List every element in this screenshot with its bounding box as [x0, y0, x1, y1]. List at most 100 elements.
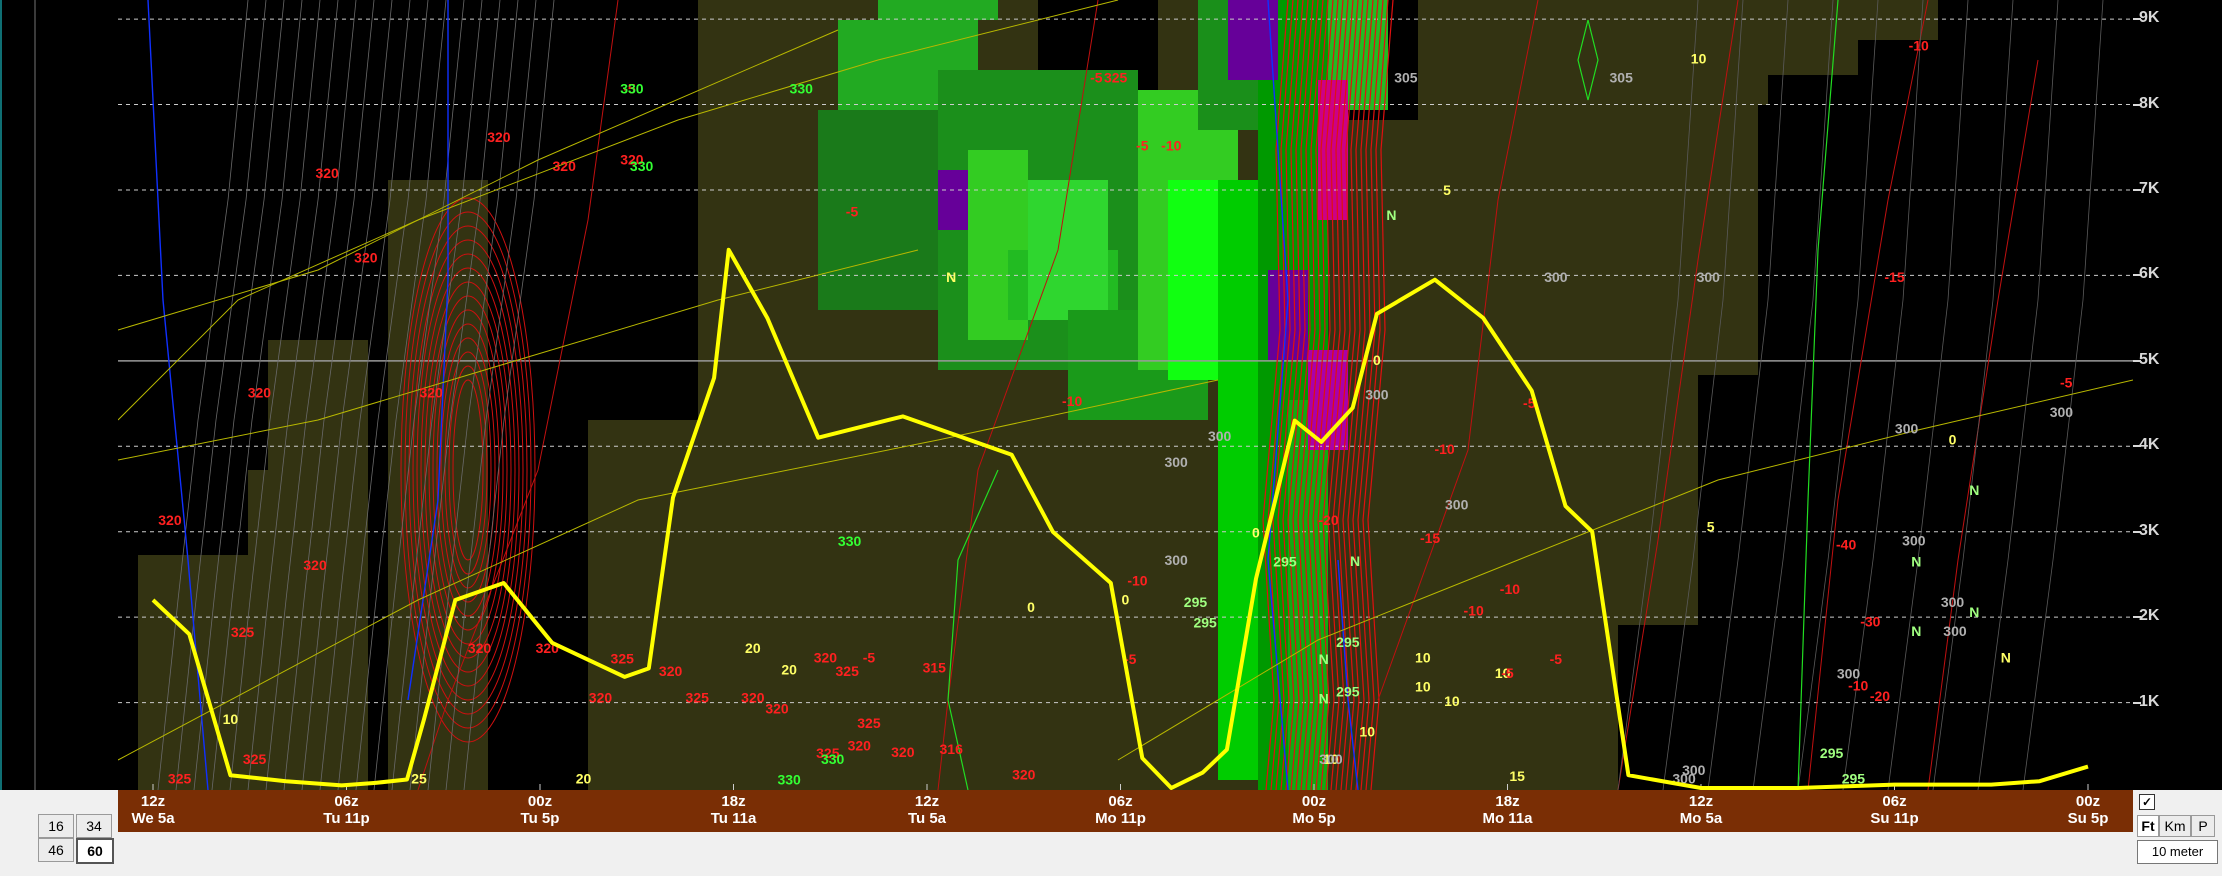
contour-label: 300	[2050, 404, 2074, 420]
contour-label: 325	[686, 690, 710, 706]
run-button-46[interactable]: 46	[38, 838, 74, 862]
sounding-time-height-app: 10 5 0 0 5 0 10 20 20 10 10 10 10 10 15 0 0 10 25 20 N N -10 -5…	[0, 0, 2222, 876]
contour-label: 320	[848, 737, 872, 753]
contour-label: 295	[1820, 745, 1844, 761]
contour-label: 300	[1895, 420, 1919, 436]
contour-label: 10	[1415, 678, 1431, 694]
contour-label: 320	[487, 129, 511, 145]
contour-label: 320	[315, 165, 339, 181]
level-selector[interactable]: 10 meter	[2137, 840, 2218, 864]
contour-red	[1807, 0, 1929, 790]
unit-p-button[interactable]: P	[2191, 815, 2215, 837]
contour-label: 330	[790, 80, 814, 96]
contour-label: 300	[1164, 454, 1188, 470]
contour-label: 300	[1902, 532, 1926, 548]
contour-label: -30	[1860, 614, 1880, 630]
contour-label: -5	[2060, 374, 2073, 390]
contour-label: 320	[419, 385, 443, 401]
contour-label: 320	[1012, 766, 1036, 782]
contour-label: 330	[838, 533, 862, 549]
contour-label: -15	[1420, 530, 1440, 546]
contour-label: 320	[553, 158, 577, 174]
contour-label: 300	[1208, 428, 1232, 444]
contour-label: 325	[243, 751, 267, 767]
y-tick-label: 7K	[2132, 179, 2160, 197]
contour-label: 320	[659, 663, 683, 679]
contour-label: N	[946, 269, 956, 285]
contour-label: N	[1386, 207, 1396, 223]
time-height-plot[interactable]: 10 5 0 0 5 0 10 20 20 10 10 10 10 10 15 0 0 10 25 20 N N -10 -5…	[118, 0, 2133, 790]
x-tick-label: 06z Tu 11p	[323, 793, 370, 827]
contour-label: -10	[1500, 581, 1520, 597]
unit-ft-button[interactable]: Ft	[2137, 815, 2159, 837]
contour-label: N	[1319, 651, 1329, 667]
contour-label: 320	[741, 690, 765, 706]
contour-label: 305	[1610, 69, 1634, 85]
contour-label: 300	[1697, 269, 1721, 285]
run-button-60[interactable]: 60	[76, 838, 114, 864]
contour-label: 325	[857, 715, 881, 731]
y-tick-label: 8K	[2132, 94, 2160, 112]
unit-km-button[interactable]: Km	[2159, 815, 2191, 837]
contour-label: -5	[1136, 138, 1149, 154]
contour-label: 0	[1373, 352, 1381, 368]
run-selector-panel: 16 34 46 60	[0, 790, 118, 876]
contour-label: 325	[231, 624, 255, 640]
run-button-34[interactable]: 34	[76, 814, 112, 838]
y-tick-label: 4K	[2132, 436, 2160, 454]
contour-label: 295	[1184, 594, 1208, 610]
contour-label: 295	[1193, 614, 1217, 630]
contour-label: N	[1350, 553, 1360, 569]
contour-label: -20	[1870, 688, 1890, 704]
run-button-16[interactable]: 16	[38, 814, 74, 838]
units-panel: ✓ Ft Km P 10 meter	[2133, 790, 2222, 876]
contour-gray	[1887, 0, 1969, 790]
y-tick-label: 3K	[2132, 521, 2160, 539]
contour-label: 330	[777, 772, 801, 788]
contour-label: 305	[1394, 69, 1418, 85]
contour-label: 295	[1273, 554, 1297, 570]
contour-label: 10	[1415, 649, 1431, 665]
contour-label: 0	[1027, 599, 1035, 615]
x-tick-label: 00z Mo 5p	[1292, 793, 1336, 827]
contour-label: 10	[1359, 724, 1375, 740]
contour-label: 300	[1445, 496, 1469, 512]
contour-label: 10	[223, 711, 239, 727]
contour-label: 330	[630, 158, 654, 174]
x-tick-label: 12z We 5a	[131, 793, 175, 827]
x-tick-label: 06z Su 11p	[1870, 793, 1919, 827]
left-edge-panel	[0, 0, 36, 790]
contour-label: 300	[1319, 751, 1343, 767]
contour-label: -5	[846, 203, 859, 219]
contour-label: -10	[1127, 573, 1147, 589]
contour-label: 20	[576, 771, 592, 787]
contour-label: -10	[1434, 441, 1454, 457]
contour-label: 20	[781, 661, 797, 677]
contour-label: N	[1969, 604, 1979, 620]
contour-label: 300	[1544, 269, 1568, 285]
contour-label: 10	[1691, 51, 1707, 67]
contour-label: 325	[836, 663, 860, 679]
contour-gray	[2022, 0, 2104, 790]
contour-label: 330	[821, 751, 845, 767]
x-tick-label: 18z Mo 11a	[1482, 793, 1533, 827]
contour-label: 300	[1943, 623, 1967, 639]
overlay-checkbox[interactable]: ✓	[2139, 794, 2155, 810]
contour-label: 320	[303, 557, 327, 573]
y-tick-label: 9K	[2132, 9, 2160, 27]
height-axis: 1K 2K 3K 4K 5K 6K 7K 8K 9K	[2132, 0, 2222, 790]
x-tick-label: 06z Mo 11p	[1095, 793, 1146, 827]
contour-label: 10	[1444, 693, 1460, 709]
contour-label: N	[2001, 649, 2011, 665]
contour-label: 15	[1509, 768, 1525, 784]
x-tick-label: 12z Mo 5a	[1679, 793, 1723, 827]
contour-label: N	[1969, 482, 1979, 498]
contour-label: 320	[891, 744, 915, 760]
contour-label: 320	[158, 512, 182, 528]
contour-label: 325	[1104, 69, 1128, 85]
contour-label: 300	[1837, 666, 1861, 682]
contour-label: N	[1319, 690, 1329, 706]
contour-red	[1927, 59, 2039, 790]
contour-label: 330	[620, 80, 644, 96]
contour-label: 320	[468, 640, 492, 656]
